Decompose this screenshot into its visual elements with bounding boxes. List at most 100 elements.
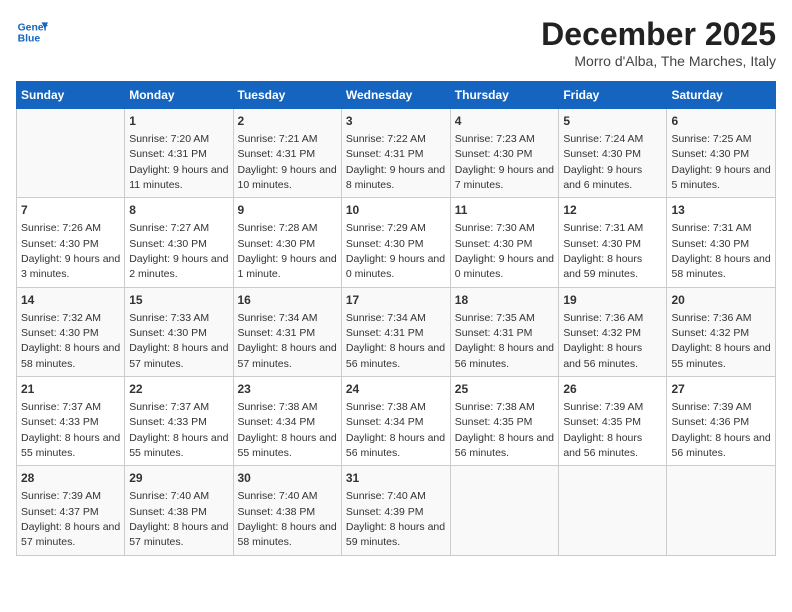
day-number: 22 <box>129 381 228 398</box>
day-info: Sunrise: 7:38 AMSunset: 4:35 PMDaylight:… <box>455 401 554 459</box>
day-info: Sunrise: 7:31 AMSunset: 4:30 PMDaylight:… <box>563 222 643 280</box>
month-title: December 2025 <box>541 16 776 53</box>
day-cell: 2 Sunrise: 7:21 AMSunset: 4:31 PMDaylight… <box>233 109 341 198</box>
day-number: 27 <box>671 381 771 398</box>
logo: General Blue <box>16 16 48 48</box>
day-number: 3 <box>346 113 446 130</box>
day-info: Sunrise: 7:25 AMSunset: 4:30 PMDaylight:… <box>671 133 770 191</box>
day-cell: 13Sunrise: 7:31 AMSunset: 4:30 PMDayligh… <box>667 198 776 287</box>
day-info: Sunrise: 7:21 AMSunset: 4:31 PMDaylight:… <box>238 133 337 191</box>
day-header-sunday: Sunday <box>17 82 125 109</box>
day-number: 23 <box>238 381 337 398</box>
day-number: 17 <box>346 292 446 309</box>
day-cell: 19 Sunrise: 7:36 AMSunset: 4:32 PMDayligh… <box>559 287 667 376</box>
day-header-wednesday: Wednesday <box>341 82 450 109</box>
day-cell: 8 Sunrise: 7:27 AMSunset: 4:30 PMDaylight… <box>125 198 233 287</box>
day-cell: 9 Sunrise: 7:28 AMSunset: 4:30 PMDaylight… <box>233 198 341 287</box>
day-header-friday: Friday <box>559 82 667 109</box>
day-cell: 26 Sunrise: 7:39 AMSunset: 4:35 PMDayligh… <box>559 377 667 466</box>
day-cell: 14 Sunrise: 7:32 AMSunset: 4:30 PMDayligh… <box>17 287 125 376</box>
day-info: Sunrise: 7:39 AMSunset: 4:35 PMDaylight:… <box>563 401 643 459</box>
day-info: Sunrise: 7:40 AMSunset: 4:39 PMDaylight:… <box>346 490 445 548</box>
day-number: 8 <box>129 202 228 219</box>
day-cell: 21Sunrise: 7:37 AMSunset: 4:33 PMDayligh… <box>17 377 125 466</box>
day-cell: 11Sunrise: 7:30 AMSunset: 4:30 PMDayligh… <box>450 198 559 287</box>
day-cell: 6 Sunrise: 7:25 AMSunset: 4:30 PMDaylight… <box>667 109 776 198</box>
title-area: December 2025 Morro d'Alba, The Marches,… <box>541 16 776 69</box>
day-number: 10 <box>346 202 446 219</box>
day-number: 14 <box>21 292 120 309</box>
day-cell: 23 Sunrise: 7:38 AMSunset: 4:34 PMDayligh… <box>233 377 341 466</box>
day-info: Sunrise: 7:28 AMSunset: 4:30 PMDaylight:… <box>238 222 337 280</box>
day-info: Sunrise: 7:23 AMSunset: 4:30 PMDaylight:… <box>455 133 554 191</box>
day-number: 31 <box>346 470 446 487</box>
day-cell: 30 Sunrise: 7:40 AMSunset: 4:38 PMDayligh… <box>233 466 341 555</box>
day-cell: 20Sunrise: 7:36 AMSunset: 4:32 PMDayligh… <box>667 287 776 376</box>
day-info: Sunrise: 7:37 AMSunset: 4:33 PMDaylight:… <box>129 401 228 459</box>
day-info: Sunrise: 7:38 AMSunset: 4:34 PMDaylight:… <box>238 401 337 459</box>
day-info: Sunrise: 7:32 AMSunset: 4:30 PMDaylight:… <box>21 312 120 370</box>
week-row-3: 14 Sunrise: 7:32 AMSunset: 4:30 PMDayligh… <box>17 287 776 376</box>
day-info: Sunrise: 7:38 AMSunset: 4:34 PMDaylight:… <box>346 401 445 459</box>
week-row-1: 1Sunrise: 7:20 AMSunset: 4:31 PMDaylight… <box>17 109 776 198</box>
day-info: Sunrise: 7:36 AMSunset: 4:32 PMDaylight:… <box>563 312 643 370</box>
header: General Blue December 2025 Morro d'Alba,… <box>16 16 776 69</box>
day-number: 20 <box>671 292 771 309</box>
day-number: 26 <box>563 381 662 398</box>
day-number: 2 <box>238 113 337 130</box>
day-cell: 17 Sunrise: 7:34 AMSunset: 4:31 PMDayligh… <box>341 287 450 376</box>
day-cell: 16Sunrise: 7:34 AMSunset: 4:31 PMDayligh… <box>233 287 341 376</box>
day-info: Sunrise: 7:30 AMSunset: 4:30 PMDaylight:… <box>455 222 554 280</box>
day-info: Sunrise: 7:39 AMSunset: 4:36 PMDaylight:… <box>671 401 770 459</box>
day-number: 19 <box>563 292 662 309</box>
day-cell <box>450 466 559 555</box>
day-number: 29 <box>129 470 228 487</box>
day-info: Sunrise: 7:37 AMSunset: 4:33 PMDaylight:… <box>21 401 120 459</box>
day-cell <box>17 109 125 198</box>
day-cell: 4 Sunrise: 7:23 AMSunset: 4:30 PMDaylight… <box>450 109 559 198</box>
day-cell <box>667 466 776 555</box>
day-cell: 3 Sunrise: 7:22 AMSunset: 4:31 PMDaylight… <box>341 109 450 198</box>
day-info: Sunrise: 7:35 AMSunset: 4:31 PMDaylight:… <box>455 312 554 370</box>
day-number: 30 <box>238 470 337 487</box>
day-number: 4 <box>455 113 555 130</box>
day-header-monday: Monday <box>125 82 233 109</box>
day-number: 24 <box>346 381 446 398</box>
day-cell: 25Sunrise: 7:38 AMSunset: 4:35 PMDayligh… <box>450 377 559 466</box>
day-cell: 5Sunrise: 7:24 AMSunset: 4:30 PMDaylight… <box>559 109 667 198</box>
day-info: Sunrise: 7:33 AMSunset: 4:30 PMDaylight:… <box>129 312 228 370</box>
day-header-saturday: Saturday <box>667 82 776 109</box>
day-cell: 22 Sunrise: 7:37 AMSunset: 4:33 PMDayligh… <box>125 377 233 466</box>
day-info: Sunrise: 7:34 AMSunset: 4:31 PMDaylight:… <box>346 312 445 370</box>
day-cell: 31 Sunrise: 7:40 AMSunset: 4:39 PMDayligh… <box>341 466 450 555</box>
location: Morro d'Alba, The Marches, Italy <box>541 53 776 69</box>
day-info: Sunrise: 7:39 AMSunset: 4:37 PMDaylight:… <box>21 490 120 548</box>
day-cell <box>559 466 667 555</box>
day-number: 16 <box>238 292 337 309</box>
day-info: Sunrise: 7:27 AMSunset: 4:30 PMDaylight:… <box>129 222 228 280</box>
day-number: 6 <box>671 113 771 130</box>
logo-icon: General Blue <box>16 16 48 48</box>
day-info: Sunrise: 7:22 AMSunset: 4:31 PMDaylight:… <box>346 133 445 191</box>
day-cell: 12 Sunrise: 7:31 AMSunset: 4:30 PMDayligh… <box>559 198 667 287</box>
day-cell: 7 Sunrise: 7:26 AMSunset: 4:30 PMDaylight… <box>17 198 125 287</box>
day-info: Sunrise: 7:20 AMSunset: 4:31 PMDaylight:… <box>129 133 228 191</box>
day-number: 7 <box>21 202 120 219</box>
day-header-thursday: Thursday <box>450 82 559 109</box>
day-info: Sunrise: 7:29 AMSunset: 4:30 PMDaylight:… <box>346 222 445 280</box>
header-row: SundayMondayTuesdayWednesdayThursdayFrid… <box>17 82 776 109</box>
day-number: 18 <box>455 292 555 309</box>
day-number: 9 <box>238 202 337 219</box>
day-info: Sunrise: 7:40 AMSunset: 4:38 PMDaylight:… <box>238 490 337 548</box>
day-cell: 15 Sunrise: 7:33 AMSunset: 4:30 PMDayligh… <box>125 287 233 376</box>
day-number: 13 <box>671 202 771 219</box>
week-row-5: 28Sunrise: 7:39 AMSunset: 4:37 PMDayligh… <box>17 466 776 555</box>
day-info: Sunrise: 7:26 AMSunset: 4:30 PMDaylight:… <box>21 222 120 280</box>
day-number: 15 <box>129 292 228 309</box>
day-cell: 28Sunrise: 7:39 AMSunset: 4:37 PMDayligh… <box>17 466 125 555</box>
day-info: Sunrise: 7:40 AMSunset: 4:38 PMDaylight:… <box>129 490 228 548</box>
day-number: 12 <box>563 202 662 219</box>
day-cell: 24 Sunrise: 7:38 AMSunset: 4:34 PMDayligh… <box>341 377 450 466</box>
svg-text:Blue: Blue <box>18 34 41 45</box>
day-cell: 29 Sunrise: 7:40 AMSunset: 4:38 PMDayligh… <box>125 466 233 555</box>
